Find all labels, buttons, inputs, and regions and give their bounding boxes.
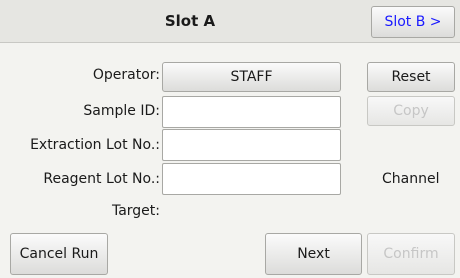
reagent-lot-input[interactable] (162, 163, 341, 195)
reagent-lot-label: Reagent Lot No.: (43, 171, 160, 187)
operator-button[interactable]: STAFF (162, 62, 341, 92)
channel-label: Channel (382, 171, 440, 187)
page-title: Slot A (164, 12, 216, 30)
slot-a-screen: Slot A Slot B > Operator: STAFF Reset Sa… (0, 0, 460, 278)
copy-button[interactable]: Copy (367, 96, 455, 126)
cancel-run-button[interactable]: Cancel Run (10, 233, 108, 275)
header-bar: Slot A Slot B > (0, 0, 460, 43)
confirm-button[interactable]: Confirm (367, 233, 455, 275)
slot-b-button[interactable]: Slot B > (371, 6, 455, 38)
reset-button[interactable]: Reset (367, 62, 455, 92)
sample-id-input[interactable] (162, 96, 341, 128)
operator-label: Operator: (92, 67, 160, 83)
next-button[interactable]: Next (265, 233, 362, 275)
extraction-lot-label: Extraction Lot No.: (30, 137, 160, 153)
sample-id-label: Sample ID: (83, 103, 160, 119)
extraction-lot-input[interactable] (162, 129, 341, 161)
target-label: Target: (111, 203, 160, 219)
